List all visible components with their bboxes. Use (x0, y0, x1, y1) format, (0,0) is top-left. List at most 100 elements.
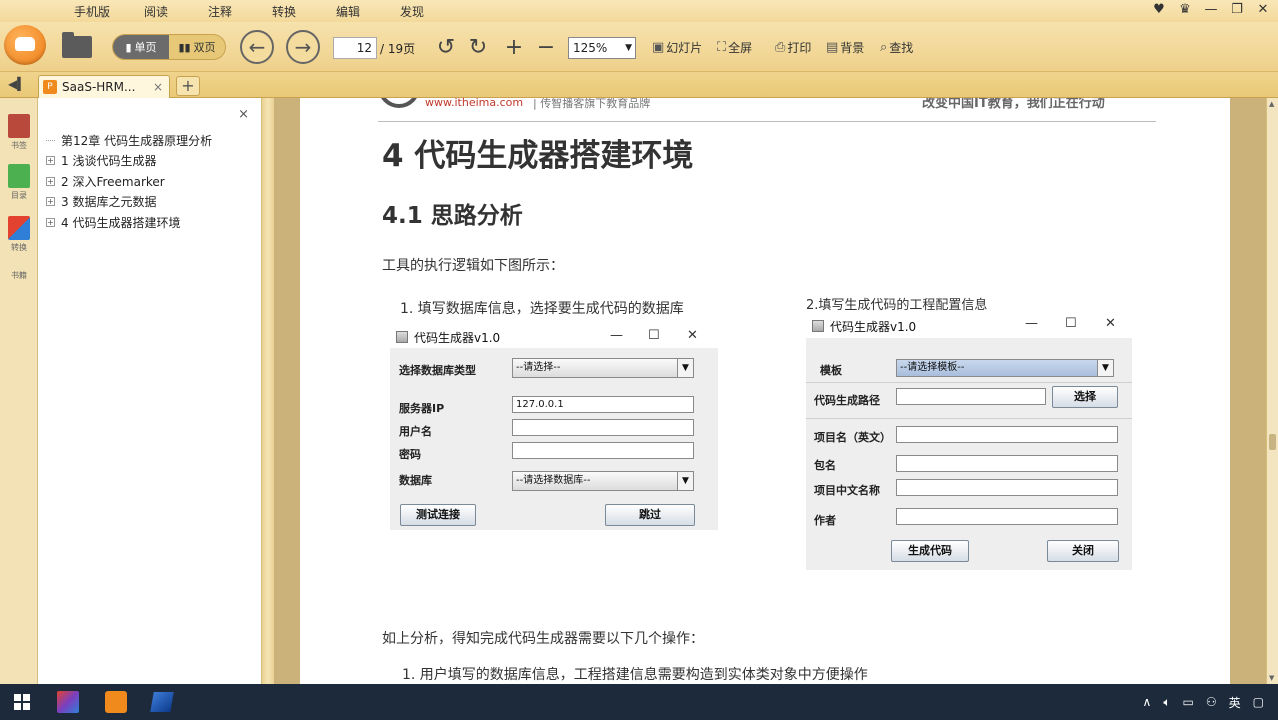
author-input[interactable] (896, 508, 1118, 525)
app-icon (150, 692, 174, 712)
dialog1-close-icon[interactable]: ✕ (687, 328, 698, 343)
vertical-scrollbar[interactable]: ▲ ▼ (1266, 98, 1278, 684)
outline-item[interactable]: +4 代码生成器搭建环境 (46, 212, 212, 233)
username-input[interactable] (512, 419, 694, 436)
bookmark-panel-button[interactable]: 书签 (6, 114, 32, 151)
project-cn-input[interactable] (896, 479, 1118, 496)
convert-panel-button[interactable]: 转换 (6, 216, 32, 253)
expand-icon[interactable]: + (46, 217, 55, 227)
scroll-up-icon[interactable]: ▲ (1269, 100, 1274, 108)
single-page-button[interactable]: ▮ 单页 (113, 35, 169, 59)
app-logo-icon[interactable] (4, 25, 46, 65)
panel-splitter[interactable] (262, 98, 274, 684)
database-select[interactable]: --请选择数据库-- ▼ (512, 471, 694, 491)
path-input[interactable] (896, 388, 1046, 405)
open-folder-icon[interactable] (60, 32, 94, 60)
password-input[interactable] (512, 442, 694, 459)
menu-edit[interactable]: 编辑 (316, 3, 380, 20)
test-connection-button[interactable]: 测试连接 (400, 504, 476, 526)
skip-button[interactable]: 跳过 (605, 504, 695, 526)
menu-convert[interactable]: 转换 (252, 3, 316, 20)
menu-mobile[interactable]: 手机版 (60, 3, 124, 20)
next-page-icon[interactable]: → (286, 30, 320, 64)
dialog2-maximize-icon[interactable]: ☐ (1065, 316, 1077, 331)
close-dialog-button[interactable]: 关闭 (1047, 540, 1119, 562)
zoom-out-icon[interactable]: − (534, 34, 558, 60)
choose-path-button[interactable]: 选择 (1052, 386, 1118, 408)
username-label: 用户名 (399, 425, 432, 438)
expand-icon[interactable]: + (46, 176, 55, 186)
windows-logo-icon (14, 694, 30, 710)
bookmark-icon (8, 114, 30, 138)
slideshow-button[interactable]: ▣ 幻灯片 (652, 39, 702, 56)
background-button[interactable]: ▤ 背景 (826, 39, 864, 56)
fullscreen-button[interactable]: ⛶ 全屏 (717, 39, 752, 56)
project-config-dialog: 代码生成器v1.0 — ☐ ✕ 模板 --请选择模板-- ▼ 代码生成路径 选择 … (806, 314, 1132, 570)
outline-item[interactable]: +2 深入Freemarker (46, 171, 212, 192)
dialog1-minimize-icon[interactable]: — (610, 328, 623, 343)
server-ip-input[interactable]: 127.0.0.1 (512, 396, 694, 413)
db-type-select[interactable]: --请选择-- ▼ (512, 358, 694, 378)
chevron-down-icon: ▼ (677, 359, 693, 377)
page-number-input[interactable]: 12 (333, 37, 377, 59)
maximize-button[interactable]: ❐ (1230, 2, 1244, 17)
package-input[interactable] (896, 455, 1118, 472)
outline-item[interactable]: 第12章 代码生成器原理分析 (46, 130, 212, 151)
rotate-left-icon[interactable]: ↺ (434, 34, 458, 60)
ime-indicator[interactable]: 英 (1229, 694, 1241, 711)
zoom-in-icon[interactable]: + (502, 34, 526, 60)
taskbar-app-intellij[interactable] (48, 687, 88, 717)
print-icon: ⎙ (775, 40, 786, 55)
dialog2-close-icon[interactable]: ✕ (1105, 316, 1116, 331)
minimize-button[interactable]: — (1204, 2, 1218, 17)
battery-icon[interactable]: ▭ (1183, 695, 1194, 709)
dialog1-maximize-icon[interactable]: ☐ (648, 328, 660, 343)
find-button[interactable]: ⌕ 查找 (880, 39, 913, 56)
menu-discover[interactable]: 发现 (380, 3, 444, 20)
skin-icon[interactable]: ♛ (1178, 2, 1192, 17)
rotate-right-icon[interactable]: ↻ (466, 34, 490, 60)
step1-caption: 1. 填写数据库信息，选择要生成代码的数据库 (400, 301, 684, 317)
network-icon[interactable]: ⚇ (1206, 695, 1217, 709)
project-en-input[interactable] (896, 426, 1118, 443)
favorite-icon[interactable]: ♥ (1152, 2, 1166, 17)
generate-code-button[interactable]: 生成代码 (891, 540, 969, 562)
prev-page-icon[interactable]: ← (240, 30, 274, 64)
expand-icon[interactable]: + (46, 197, 55, 207)
page-total: / 19页 (380, 42, 416, 56)
tab-close-icon[interactable]: × (153, 80, 163, 94)
template-select[interactable]: --请选择模板-- ▼ (896, 359, 1114, 377)
print-button[interactable]: ⎙ 打印 (775, 39, 811, 56)
dialog2-divider (806, 382, 1132, 383)
taskbar-app-other[interactable] (142, 687, 182, 717)
outline-close-icon[interactable]: × (238, 107, 249, 122)
tray-expand-icon[interactable]: ∧ (1143, 695, 1152, 709)
zoom-select[interactable]: 125% (568, 37, 636, 59)
outline-item[interactable]: +3 数据库之元数据 (46, 192, 212, 213)
step2-caption: 2.填写生成代码的工程配置信息 (806, 298, 988, 313)
volume-icon[interactable]: 🔈︎ (1163, 695, 1170, 710)
scroll-thumb[interactable] (1269, 434, 1276, 450)
taskbar-app-pdf-reader[interactable] (96, 687, 136, 717)
close-button[interactable]: ✕ (1256, 2, 1270, 17)
document-tab[interactable]: P SaaS-HRM... × (38, 75, 170, 98)
double-page-button[interactable]: ▮▮ 双页 (169, 35, 225, 59)
outline-tree: 第12章 代码生成器原理分析 +1 浅谈代码生成器 +2 深入Freemarke… (46, 130, 212, 233)
start-button[interactable] (2, 687, 42, 717)
outline-panel: × 第12章 代码生成器原理分析 +1 浅谈代码生成器 +2 深入Freemar… (38, 98, 262, 684)
more-books-button[interactable]: 书籍 (6, 270, 32, 281)
template-label: 模板 (820, 364, 842, 377)
dialog2-minimize-icon[interactable]: — (1025, 316, 1038, 331)
dialog1-titlebar: 代码生成器v1.0 — ☐ ✕ (390, 326, 718, 348)
outline-panel-button[interactable]: 目录 (6, 164, 32, 201)
notification-icon[interactable]: ▢ (1253, 695, 1264, 709)
scroll-down-icon[interactable]: ▼ (1269, 674, 1274, 682)
outline-item[interactable]: +1 浅谈代码生成器 (46, 151, 212, 172)
expand-icon[interactable]: + (46, 156, 55, 166)
menu-read[interactable]: 阅读 (124, 3, 188, 20)
new-tab-button[interactable]: + (176, 76, 200, 96)
header-subtitle: | 传智播客旗下教育品牌 (533, 98, 651, 110)
sidebar-toggle-icon[interactable]: ◀▍ (8, 77, 26, 91)
menu-annotate[interactable]: 注释 (188, 3, 252, 20)
view-mode-toggle: ▮ 单页 ▮▮ 双页 (112, 34, 226, 60)
